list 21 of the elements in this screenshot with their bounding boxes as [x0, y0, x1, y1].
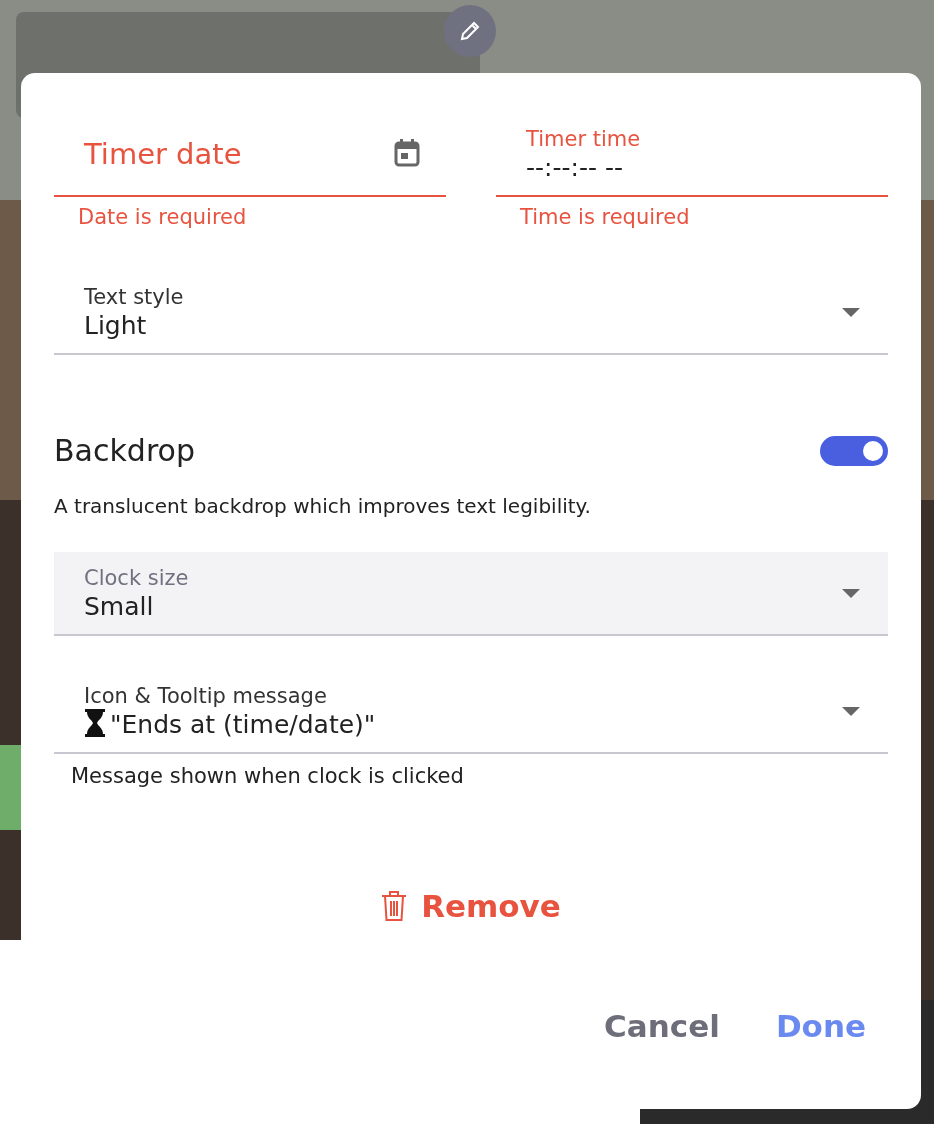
remove-button[interactable]: Remove — [381, 888, 561, 924]
error-message: Time is required — [519, 204, 691, 229]
field-label: Clock size — [84, 565, 190, 590]
field-label: Timer date — [84, 137, 242, 171]
error-message: Date is required — [77, 204, 248, 229]
setting-label: Backdrop — [54, 433, 195, 468]
setting-description: A translucent backdrop which improves text legibility. — [54, 494, 592, 518]
field-label: Timer time — [526, 126, 642, 151]
select-field[interactable]: Text style Light — [54, 271, 888, 355]
select-field[interactable]: Clock size Small — [54, 552, 888, 636]
cancel-button[interactable]: Cancel — [604, 1008, 720, 1044]
field-label: Text style — [84, 284, 185, 309]
field-label: Icon & Tooltip message — [84, 683, 328, 708]
select-value: Small — [84, 591, 154, 621]
select-value: Light — [84, 310, 147, 340]
select-value: "Ends at (time/date)" — [110, 709, 376, 739]
select-field[interactable]: Icon & Tooltip message "Ends at (time/date)" — [54, 670, 888, 754]
time-field[interactable]: Timer time --:--:-- -- — [496, 113, 888, 197]
date-field[interactable]: Timer date — [54, 113, 446, 197]
field-value: --:--:-- -- — [526, 152, 624, 182]
helper-text: Message shown when clock is clicked — [70, 763, 465, 788]
